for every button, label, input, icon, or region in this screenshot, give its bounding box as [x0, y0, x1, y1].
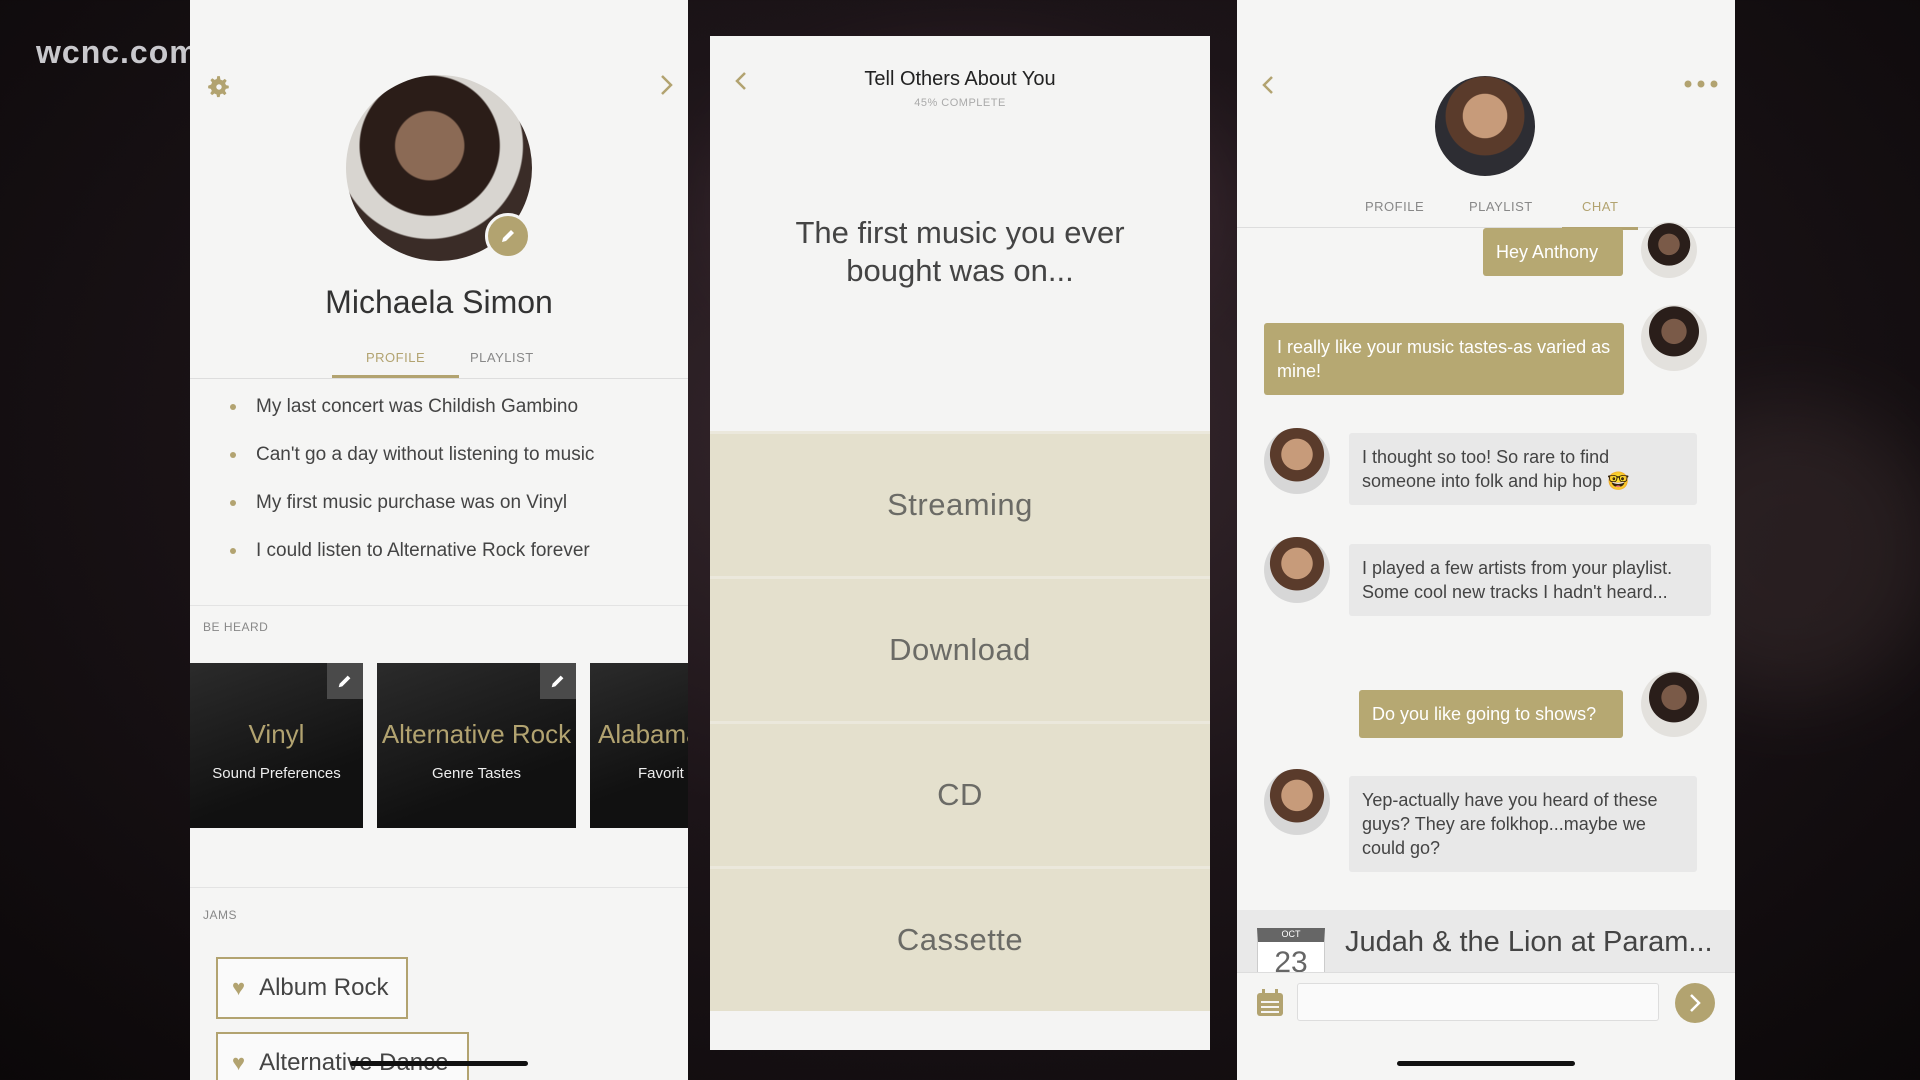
avatar — [1264, 769, 1330, 835]
option-cassette[interactable]: Cassette — [710, 866, 1210, 1011]
jam-label: Album Rock — [259, 974, 389, 1001]
more-options-icon[interactable] — [1681, 72, 1721, 96]
calendar-attach-icon[interactable] — [1255, 987, 1285, 1019]
heart-icon: ♥ — [232, 1050, 246, 1075]
home-indicator — [1397, 1061, 1575, 1066]
watermark: wcnc.com — [36, 34, 199, 70]
avatar — [1641, 305, 1707, 371]
pencil-icon — [338, 675, 351, 688]
chevron-right-icon — [1690, 994, 1701, 1012]
profile-screen: Michaela Simon PROFILE PLAYLIST My last … — [190, 0, 688, 1080]
avatar — [1435, 76, 1535, 176]
card-subtitle: Sound Preferences — [212, 765, 341, 782]
tab-profile[interactable]: PROFILE — [1365, 199, 1424, 214]
send-button[interactable] — [1675, 983, 1715, 1023]
card-title: Vinyl — [248, 719, 305, 749]
edit-avatar-button[interactable] — [485, 213, 531, 259]
profile-tabs: PROFILE PLAYLIST — [190, 345, 688, 379]
gear-icon[interactable] — [204, 72, 234, 102]
edit-card-button[interactable] — [540, 663, 576, 699]
card-genre-tastes[interactable]: Alternative Rock Genre Tastes — [377, 663, 576, 828]
chevron-left-icon[interactable] — [1255, 70, 1281, 100]
progress-label: 45% COMPLETE — [914, 97, 1006, 109]
list-item: My first music purchase was on Vinyl — [230, 486, 594, 534]
chat-screen: PROFILE PLAYLIST CHAT Hey Anthony I real… — [1237, 0, 1735, 1080]
event-day: 23 — [1274, 946, 1308, 972]
jam-chip[interactable]: ♥ Album Rock — [216, 957, 409, 1019]
option-streaming[interactable]: Streaming — [710, 431, 1210, 576]
option-cd[interactable]: CD — [710, 721, 1210, 866]
option-download[interactable]: Download — [710, 576, 1210, 721]
chevron-right-icon[interactable] — [652, 70, 682, 100]
divider — [190, 605, 688, 606]
onboarding-screen: Tell Others About You 45% COMPLETE The f… — [710, 36, 1210, 1050]
avatar — [1264, 537, 1330, 603]
pencil-icon — [551, 675, 564, 688]
fact-list: My last concert was Childish Gambino Can… — [230, 390, 594, 582]
card-subtitle: Favorit — [638, 765, 684, 782]
avatar — [1641, 222, 1697, 278]
divider — [190, 887, 688, 888]
list-item: My last concert was Childish Gambino — [230, 390, 594, 438]
heart-icon: ♥ — [232, 975, 246, 1000]
edit-card-button[interactable] — [327, 663, 363, 699]
card-favorites[interactable]: Alabama Favorit — [590, 663, 688, 828]
page-title: Tell Others About You — [864, 68, 1056, 90]
calendar-icon: OCT 23 — [1257, 928, 1325, 972]
message-bubble: I really like your music tastes-as varie… — [1264, 323, 1624, 395]
card-title: Alternative Rock — [381, 719, 572, 749]
list-item: I could listen to Alternative Rock forev… — [230, 534, 594, 582]
message-bubble: Hey Anthony — [1483, 228, 1623, 276]
card-sound-preferences[interactable]: Vinyl Sound Preferences — [190, 663, 363, 828]
event-title: Judah & the Lion at Param... — [1345, 926, 1713, 958]
jams-label: JAMS — [203, 908, 238, 922]
avatar — [1264, 428, 1330, 494]
question-text: The first music you ever bought was on..… — [795, 215, 1125, 288]
message-bubble: Yep-actually have you heard of these guy… — [1349, 776, 1697, 872]
tab-playlist[interactable]: PLAYLIST — [1469, 199, 1533, 214]
message-bubble: I played a few artists from your playlis… — [1349, 544, 1711, 616]
message-bubble: I thought so too! So rare to find someon… — [1349, 433, 1697, 505]
profile-name: Michaela Simon — [325, 284, 553, 320]
event-card[interactable]: OCT 23 Judah & the Lion at Param... — [1237, 910, 1735, 972]
tab-chat[interactable]: CHAT — [1561, 199, 1640, 230]
home-indicator — [350, 1061, 528, 1066]
message-composer — [1237, 972, 1735, 1043]
pencil-icon — [502, 230, 514, 242]
card-subtitle: Genre Tastes — [432, 765, 521, 782]
be-heard-label: BE HEARD — [203, 620, 269, 634]
message-input[interactable] — [1297, 983, 1659, 1021]
event-month: OCT — [1281, 929, 1301, 939]
tab-playlist[interactable]: PLAYLIST — [470, 350, 534, 365]
list-item: Can't go a day without listening to musi… — [230, 438, 594, 486]
jam-chip[interactable]: ♥ Alternative Dance — [216, 1032, 469, 1080]
message-bubble: Do you like going to shows? — [1359, 690, 1623, 738]
avatar — [1641, 671, 1707, 737]
card-title: Alabama — [598, 719, 688, 749]
tab-profile[interactable]: PROFILE — [331, 350, 460, 378]
